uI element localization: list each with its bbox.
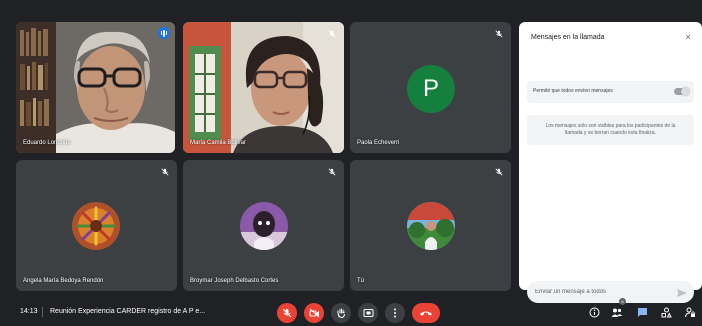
people-icon	[611, 308, 623, 317]
participant-name: Broymar Joseph Delbasto Cortes	[190, 278, 279, 284]
chat-info-notice: Los mensajes solo son visibles para los …	[527, 115, 694, 145]
more-vert-icon	[394, 308, 396, 318]
avatar: P	[407, 65, 455, 113]
participant-tile-eduardo[interactable]: Eduardo Londoño	[16, 22, 175, 153]
participant-count-badge: 6	[619, 298, 626, 305]
leave-call-button[interactable]	[412, 303, 440, 323]
participant-tile-paola[interactable]: P Paola Echeverri	[350, 22, 511, 153]
shapes-icon	[661, 307, 672, 317]
divider	[42, 307, 43, 317]
host-controls-button[interactable]	[682, 304, 698, 320]
mic-off-icon	[327, 167, 337, 177]
participant-name: Eduardo Londoño	[23, 140, 71, 146]
mic-off-icon	[327, 29, 337, 39]
hand-icon	[337, 308, 345, 318]
meeting-time: 14:13	[20, 308, 38, 315]
participant-tile-angela[interactable]: Angela María Bedoya Rendón	[16, 160, 177, 291]
bottom-bar: 14:13 Reunión Experiencia CARDER registr…	[0, 292, 702, 326]
close-icon[interactable]: ×	[682, 31, 694, 43]
chat-icon	[637, 307, 647, 317]
lock-person-icon	[684, 307, 695, 317]
mic-off-icon	[160, 167, 170, 177]
toggle-label: Permitir que todos envíen mensajes	[533, 88, 613, 94]
microphone-toggle-button[interactable]	[277, 303, 297, 323]
activities-button[interactable]	[658, 304, 674, 320]
speaking-indicator-icon	[158, 27, 170, 39]
participant-tile-broymar[interactable]: Broymar Joseph Delbasto Cortes	[183, 160, 344, 291]
panel-title: Mensajes en la llamada	[531, 34, 605, 41]
info-icon	[589, 307, 599, 317]
avatar	[240, 202, 288, 250]
chat-button[interactable]	[634, 304, 650, 320]
camera-toggle-button[interactable]	[304, 303, 324, 323]
participant-tile-self[interactable]: Tú	[350, 160, 511, 291]
present-screen-button[interactable]	[358, 303, 378, 323]
more-options-button[interactable]	[385, 303, 405, 323]
avatar	[72, 202, 120, 250]
allow-messages-toggle[interactable]	[674, 87, 690, 96]
meeting-details-button[interactable]	[586, 304, 602, 320]
mic-off-icon	[494, 29, 504, 39]
mic-off-icon	[494, 167, 504, 177]
participant-name: María Camila Bolívar	[190, 140, 247, 146]
camera-off-icon	[309, 308, 319, 318]
participant-tile-maria[interactable]: María Camila Bolívar	[183, 22, 344, 153]
participant-video	[183, 22, 344, 153]
participant-name: Paola Echeverri	[357, 140, 400, 146]
end-call-icon	[420, 311, 432, 316]
avatar	[407, 202, 455, 250]
chat-panel: Mensajes en la llamada × Permitir que to…	[519, 22, 702, 303]
mic-off-icon	[282, 308, 292, 318]
participant-video	[16, 22, 175, 153]
participant-name: Angela María Bedoya Rendón	[23, 278, 104, 284]
meeting-title[interactable]: Reunión Experiencia CARDER registro de A…	[50, 308, 205, 315]
participant-name: Tú	[357, 278, 365, 284]
present-icon	[363, 309, 373, 317]
people-button[interactable]	[609, 304, 625, 320]
raise-hand-button[interactable]	[331, 303, 351, 323]
allow-messages-setting: Permitir que todos envíen mensajes	[527, 81, 694, 103]
